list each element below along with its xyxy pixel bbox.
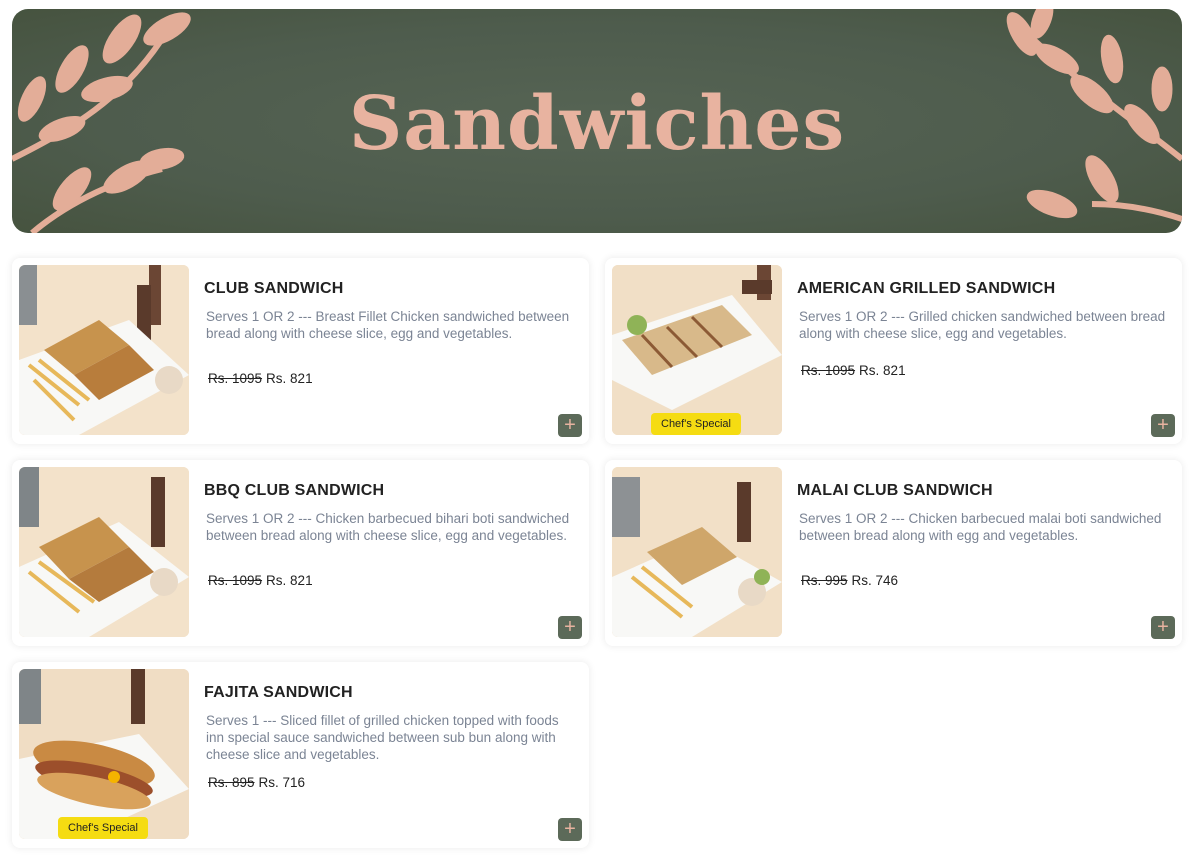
plus-icon: + [1157,616,1169,638]
item-image[interactable] [19,467,189,637]
add-to-cart-button[interactable]: + [558,818,582,841]
item-old-price: Rs. 895 [208,775,255,790]
chefs-special-badge: Chef's Special [58,817,148,839]
menu-item-card[interactable]: Chef's Special AMERICAN GRILLED SANDWICH… [605,258,1182,444]
plus-icon: + [564,616,576,638]
item-description: Serves 1 OR 2 --- Chicken barbecued biha… [206,511,570,543]
plus-icon: + [564,414,576,436]
item-old-price: Rs. 1095 [208,371,263,386]
item-name: MALAI CLUB SANDWICH [797,482,993,499]
plus-icon: + [564,818,576,840]
menu-item-card[interactable]: CLUB SANDWICH Serves 1 OR 2 --- Breast F… [12,258,589,444]
item-image[interactable] [612,467,782,637]
menu-item-card[interactable]: Chef's Special FAJITA SANDWICH Serves 1 … [12,662,589,848]
item-image[interactable]: Chef's Special [19,669,189,839]
item-description: Serves 1 OR 2 --- Breast Fillet Chicken … [206,309,570,341]
item-current-price: Rs. 821 [859,363,906,378]
plus-icon: + [1157,414,1169,436]
item-price: Rs. 1095 Rs. 821 [208,573,313,588]
item-name: CLUB SANDWICH [204,280,344,297]
item-name: BBQ CLUB SANDWICH [204,482,385,499]
item-current-price: Rs. 821 [266,573,313,588]
menu-item-card[interactable]: MALAI CLUB SANDWICH Serves 1 OR 2 --- Ch… [605,460,1182,646]
item-image[interactable] [19,265,189,435]
item-name: AMERICAN GRILLED SANDWICH [797,280,1056,297]
category-title: Sandwiches [348,81,846,167]
item-price: Rs. 895 Rs. 716 [208,775,305,790]
item-old-price: Rs. 1095 [801,363,856,378]
category-banner: Sandwiches [12,9,1182,233]
add-to-cart-button[interactable]: + [1151,414,1175,437]
item-name: FAJITA SANDWICH [204,684,353,701]
item-current-price: Rs. 716 [258,775,306,790]
item-image[interactable]: Chef's Special [612,265,782,435]
item-old-price: Rs. 995 [801,573,848,588]
add-to-cart-button[interactable]: + [558,616,582,639]
item-price: Rs. 1095 Rs. 821 [208,371,313,386]
chefs-special-badge: Chef's Special [651,413,741,435]
item-description: Serves 1 OR 2 --- Chicken barbecued mala… [799,511,1162,543]
item-old-price: Rs. 1095 [208,573,263,588]
item-current-price: Rs. 746 [851,573,899,588]
add-to-cart-button[interactable]: + [558,414,582,437]
item-price: Rs. 995 Rs. 746 [801,573,898,588]
menu-item-card[interactable]: BBQ CLUB SANDWICH Serves 1 OR 2 --- Chic… [12,460,589,646]
add-to-cart-button[interactable]: + [1151,616,1175,639]
item-current-price: Rs. 821 [266,371,313,386]
item-price: Rs. 1095 Rs. 821 [801,363,906,378]
item-description: Serves 1 OR 2 --- Grilled chicken sandwi… [799,309,1166,341]
item-description: Serves 1 --- Sliced fillet of grilled ch… [206,713,559,762]
